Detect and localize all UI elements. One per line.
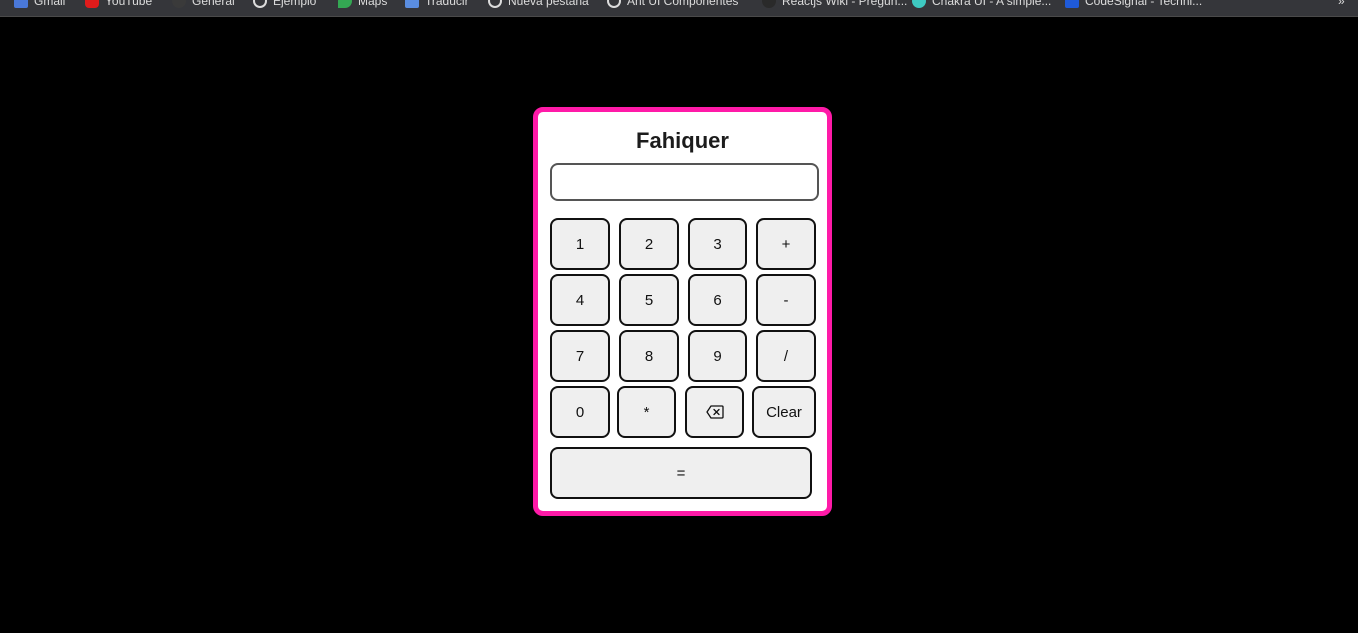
key-1[interactable]: 1 bbox=[550, 218, 610, 270]
globe-icon bbox=[607, 0, 621, 8]
translate-icon bbox=[405, 0, 419, 8]
bookmark-label: Maps bbox=[358, 0, 388, 8]
bookmark-youtube[interactable]: YouTube bbox=[85, 0, 152, 8]
bookmark-ant-ui[interactable]: Ant UI Componentes bbox=[607, 0, 738, 8]
github-icon bbox=[172, 0, 186, 8]
bookmark-label: Reactjs Wiki - Pregun... bbox=[782, 0, 908, 8]
calculator: Fahiquer 1 2 3 + 4 5 6 - 7 8 9 / 0 * Cle… bbox=[533, 107, 832, 516]
bookmark-label: General bbox=[192, 0, 235, 8]
bookmark-chakra-ui[interactable]: Chakra UI - A simple... bbox=[912, 0, 1051, 8]
globe-icon bbox=[253, 0, 267, 8]
bookmark-ejemplo[interactable]: Ejemplo bbox=[253, 0, 316, 8]
key-5[interactable]: 5 bbox=[619, 274, 679, 326]
more-bookmarks-button[interactable]: » bbox=[1338, 0, 1345, 8]
key-2[interactable]: 2 bbox=[619, 218, 679, 270]
bookmark-label: Nueva pestaña bbox=[508, 0, 589, 8]
codesignal-icon bbox=[1065, 0, 1079, 8]
key-8[interactable]: 8 bbox=[619, 330, 679, 382]
key-4[interactable]: 4 bbox=[550, 274, 610, 326]
maps-icon bbox=[338, 0, 352, 8]
youtube-icon bbox=[85, 0, 99, 8]
bookmark-label: CodeSignal - Techni... bbox=[1085, 0, 1203, 8]
backspace-button[interactable] bbox=[685, 386, 744, 438]
bookmarks-bar: Gmail YouTube General Ejemplo Maps Tradu… bbox=[0, 0, 1358, 17]
key-multiply[interactable]: * bbox=[617, 386, 676, 438]
key-7[interactable]: 7 bbox=[550, 330, 610, 382]
key-3[interactable]: 3 bbox=[688, 218, 747, 270]
gmail-icon bbox=[14, 0, 28, 8]
calculator-display[interactable] bbox=[550, 163, 819, 201]
globe-icon bbox=[488, 0, 502, 8]
bookmark-general[interactable]: General bbox=[172, 0, 235, 8]
key-equals[interactable]: = bbox=[550, 447, 812, 499]
bookmark-label: YouTube bbox=[105, 0, 153, 8]
key-0[interactable]: 0 bbox=[550, 386, 610, 438]
bookmark-label: Ejemplo bbox=[273, 0, 317, 8]
bookmark-codesignal[interactable]: CodeSignal - Techni... bbox=[1065, 0, 1202, 8]
key-minus[interactable]: - bbox=[756, 274, 816, 326]
key-9[interactable]: 9 bbox=[688, 330, 747, 382]
bookmark-nueva-pestana[interactable]: Nueva pestaña bbox=[488, 0, 589, 8]
bookmark-traducir[interactable]: Traducir bbox=[405, 0, 469, 8]
bookmark-gmail[interactable]: Gmail bbox=[14, 0, 65, 8]
react-icon bbox=[762, 0, 776, 8]
backspace-icon bbox=[705, 405, 724, 419]
bookmark-maps[interactable]: Maps bbox=[338, 0, 387, 8]
key-6[interactable]: 6 bbox=[688, 274, 747, 326]
clear-button[interactable]: Clear bbox=[752, 386, 816, 438]
key-divide[interactable]: / bbox=[756, 330, 816, 382]
key-plus[interactable]: + bbox=[756, 218, 816, 270]
bookmark-label: Traducir bbox=[425, 0, 469, 8]
calculator-title: Fahiquer bbox=[636, 128, 729, 153]
chakra-icon bbox=[912, 0, 926, 8]
bookmark-label: Ant UI Componentes bbox=[627, 0, 739, 8]
bookmark-reactjs-wiki[interactable]: Reactjs Wiki - Pregun... bbox=[762, 0, 907, 8]
bookmark-label: Gmail bbox=[34, 0, 66, 8]
bookmark-label: Chakra UI - A simple... bbox=[932, 0, 1052, 8]
